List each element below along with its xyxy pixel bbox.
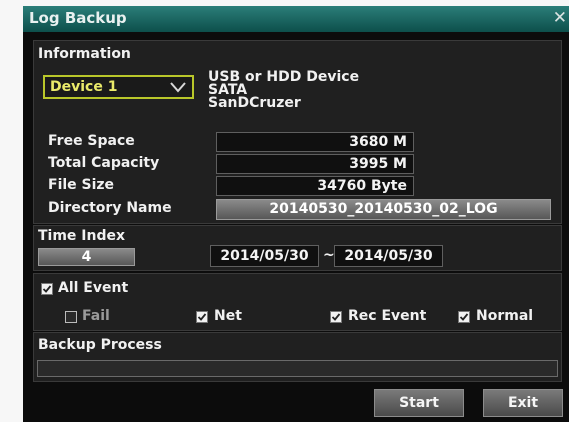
- total-capacity-value: 3995 M: [216, 154, 414, 174]
- directory-name-label: Directory Name: [48, 200, 172, 216]
- backup-process-panel: Backup Process: [33, 332, 562, 382]
- start-date-field[interactable]: 2014/05/30: [210, 245, 319, 267]
- backup-process-heading: Backup Process: [38, 337, 162, 353]
- backup-progress-bar: [37, 360, 558, 377]
- device-info-line: SanDCruzer: [208, 95, 301, 111]
- fail-label: Fail: [82, 308, 110, 324]
- device-select-value: Device 1: [50, 79, 118, 95]
- normal-label: Normal: [476, 308, 534, 324]
- exit-button[interactable]: Exit: [483, 389, 563, 417]
- fail-checkbox[interactable]: [65, 311, 77, 323]
- time-index-heading: Time Index: [38, 228, 126, 244]
- checkmark-icon: [197, 313, 207, 321]
- total-capacity-label: Total Capacity: [48, 155, 160, 171]
- chevron-down-icon: [170, 82, 186, 93]
- file-size-value: 34760 Byte: [216, 176, 414, 196]
- file-size-label: File Size: [48, 177, 115, 193]
- checkmark-icon: [459, 313, 469, 321]
- normal-checkbox[interactable]: [458, 311, 470, 323]
- events-panel: All Event Fail Net Rec Event Normal: [33, 273, 562, 331]
- information-panel: Information Device 1 USB or HDD Device S…: [33, 40, 562, 224]
- dialog-title: Log Backup: [29, 9, 127, 27]
- checkmark-icon: [42, 285, 52, 293]
- device-info: USB or HDD Device SATA SanDCruzer: [208, 70, 408, 111]
- time-index-value[interactable]: 4: [38, 248, 135, 266]
- free-space-label: Free Space: [48, 133, 135, 149]
- log-backup-dialog: Log Backup ✕ Information Device 1 USB or…: [23, 6, 569, 422]
- free-space-value: 3680 M: [216, 132, 414, 152]
- net-label: Net: [214, 308, 242, 324]
- end-date-field[interactable]: 2014/05/30: [334, 245, 443, 267]
- all-event-label: All Event: [58, 280, 129, 296]
- title-bar[interactable]: Log Backup ✕: [23, 6, 569, 32]
- directory-name-field[interactable]: 20140530_20140530_02_LOG: [216, 199, 551, 220]
- checkmark-icon: [331, 313, 341, 321]
- time-index-panel: Time Index 4 2014/05/30 ~ 2014/05/30: [33, 225, 562, 271]
- close-icon[interactable]: ✕: [553, 8, 567, 28]
- rec-event-checkbox[interactable]: [330, 311, 342, 323]
- device-select[interactable]: Device 1: [43, 75, 194, 99]
- start-button[interactable]: Start: [374, 389, 464, 417]
- information-heading: Information: [38, 46, 131, 62]
- rec-event-label: Rec Event: [348, 308, 427, 324]
- net-checkbox[interactable]: [196, 311, 208, 323]
- all-event-checkbox[interactable]: [41, 283, 53, 295]
- date-range-separator: ~: [323, 247, 335, 263]
